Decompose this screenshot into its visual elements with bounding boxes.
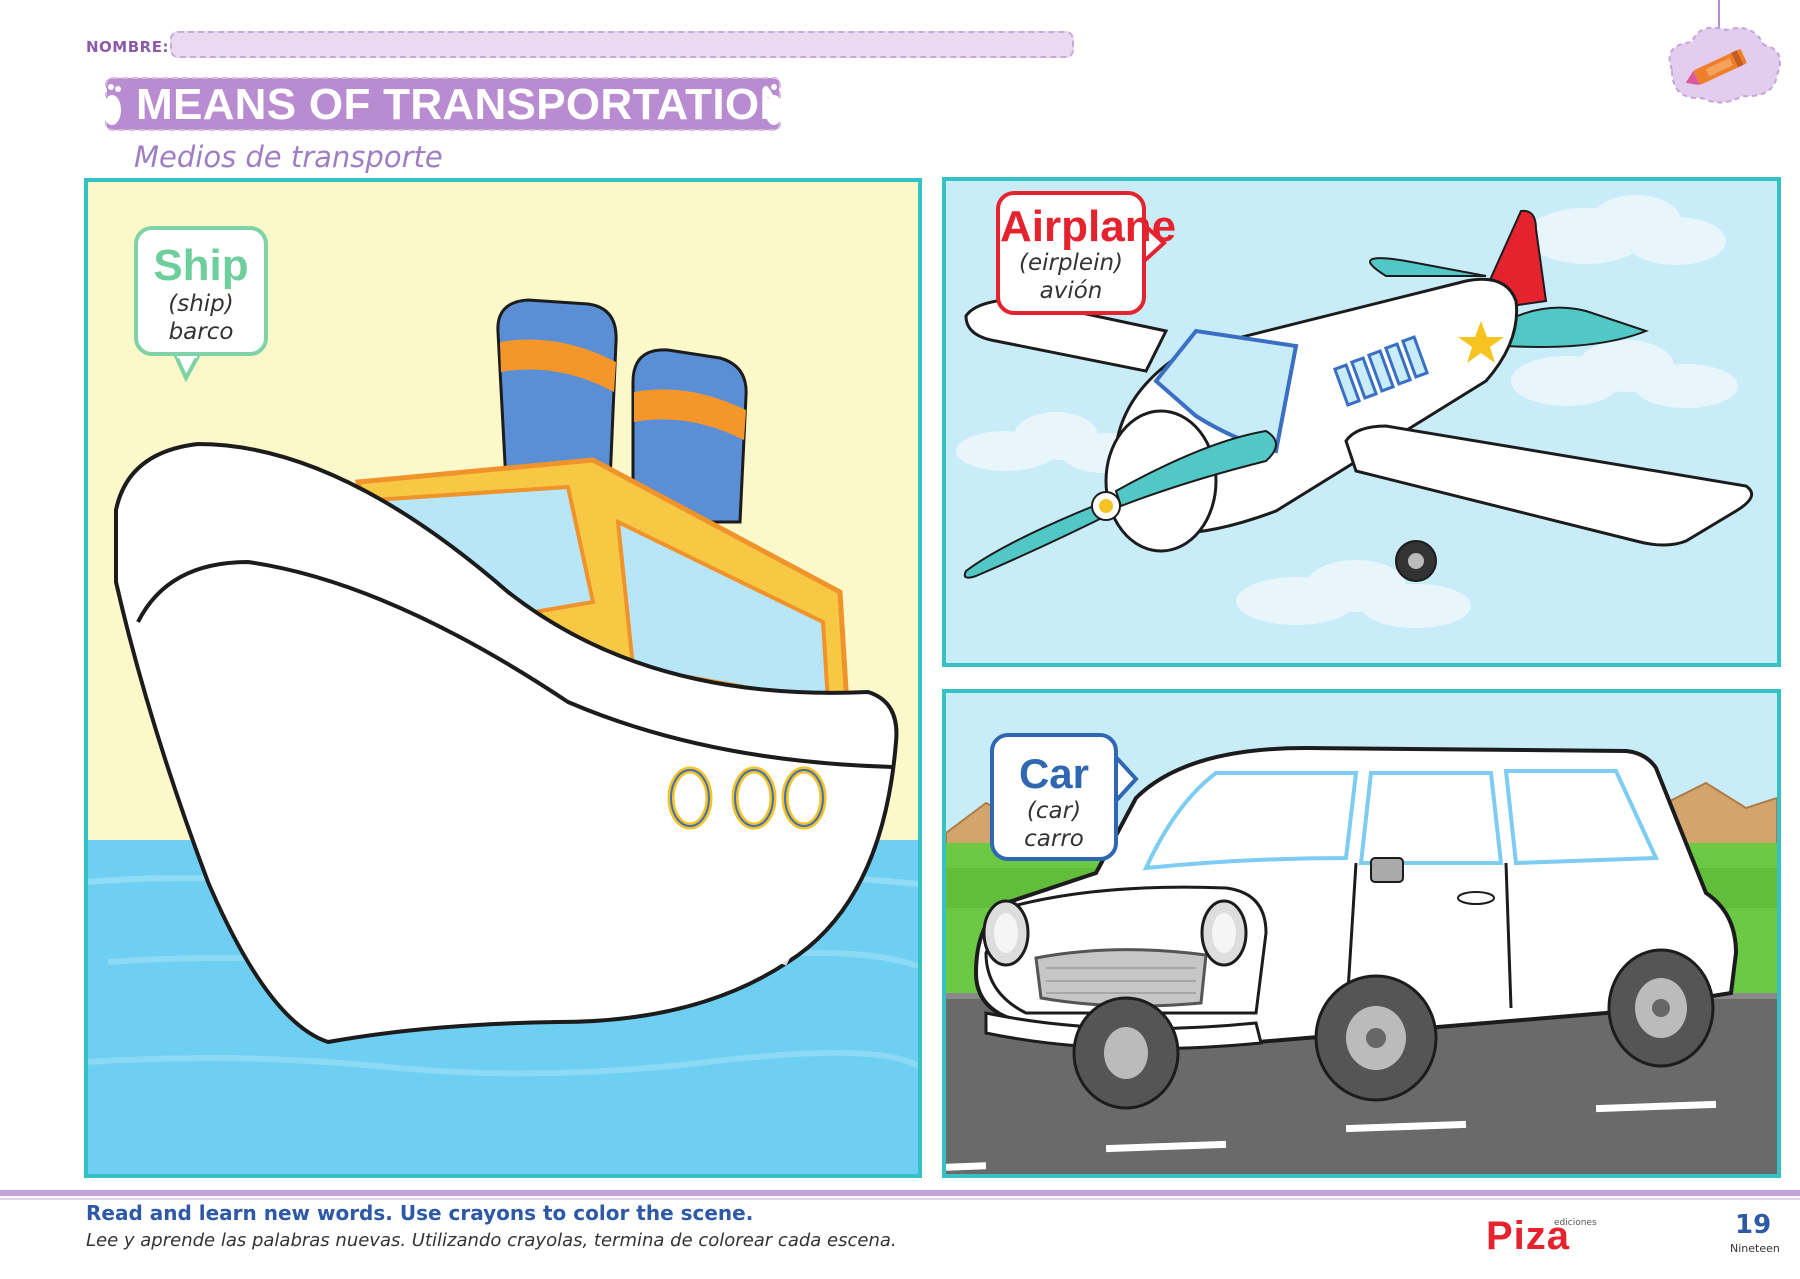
cloud bbox=[1236, 560, 1471, 628]
name-field[interactable] bbox=[170, 31, 1074, 58]
car-pronunciation: (car) bbox=[1026, 798, 1082, 824]
airplane-translation: avión bbox=[1039, 278, 1103, 304]
headlight bbox=[982, 899, 1030, 967]
name-label: NOMBRE: bbox=[86, 38, 169, 56]
cloud bbox=[1526, 195, 1726, 265]
wheel bbox=[1072, 996, 1180, 1110]
porthole bbox=[781, 766, 827, 830]
page-number-word: Nineteen bbox=[1730, 1242, 1780, 1255]
porthole bbox=[731, 766, 777, 830]
car-panel: Car (car) carro bbox=[942, 689, 1781, 1178]
crayon-badge bbox=[1668, 0, 1781, 104]
instruction-spanish: Lee y aprende las palabras nuevas. Utili… bbox=[86, 1230, 897, 1251]
page-title: MEANS OF TRANSPORTATION bbox=[136, 80, 792, 129]
footer-divider bbox=[0, 1198, 1800, 1200]
porthole bbox=[667, 766, 713, 830]
car-word-bubble: Car (car) carro bbox=[990, 733, 1118, 861]
footer-divider bbox=[0, 1190, 1800, 1196]
headlight bbox=[1200, 899, 1248, 967]
instruction-english: Read and learn new words. Use crayons to… bbox=[86, 1201, 754, 1225]
wheel bbox=[1607, 948, 1715, 1068]
wheel bbox=[1314, 974, 1438, 1102]
cloud bbox=[1511, 340, 1738, 408]
ship-panel: Ship (ship) barco bbox=[84, 178, 922, 1178]
page-subtitle: Medios de transporte bbox=[134, 140, 443, 174]
airplane-word-bubble: Airplane (eirplein) avión bbox=[996, 191, 1177, 315]
publisher-logo-subtext: ediciones bbox=[1554, 1218, 1597, 1228]
ship-word: Ship bbox=[153, 241, 249, 290]
airplane-pronunciation: (eirplein) bbox=[1018, 250, 1124, 276]
ship-word-bubble: Ship (ship) barco bbox=[134, 226, 268, 356]
ship-translation: barco bbox=[168, 319, 234, 345]
ship-pronunciation: (ship) bbox=[168, 291, 234, 317]
airplane-panel: Airplane (eirplein) avión bbox=[942, 177, 1781, 667]
page-number: 19 bbox=[1735, 1210, 1772, 1240]
funnel bbox=[496, 298, 618, 484]
car-word: Car bbox=[1018, 750, 1090, 797]
car-translation: carro bbox=[1024, 826, 1084, 852]
airplane-word: Airplane bbox=[1000, 202, 1177, 251]
